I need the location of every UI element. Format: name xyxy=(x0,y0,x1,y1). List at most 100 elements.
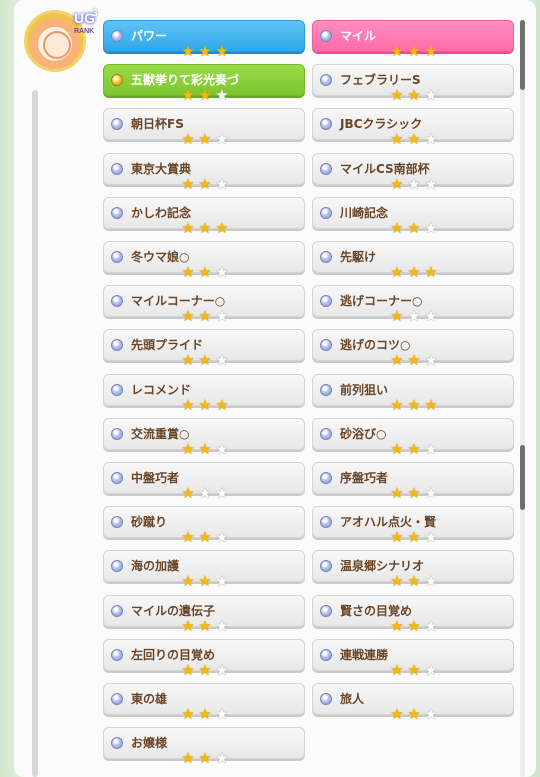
skill-card[interactable]: 先頭プライド ★ ★ ★ xyxy=(103,329,305,368)
skill-card[interactable]: パワー ★ ★ ★ xyxy=(103,20,305,59)
star-rating: ★ ★ ★ xyxy=(180,529,230,545)
star-empty-icon: ★ xyxy=(424,130,438,148)
skill-card[interactable]: かしわ記念 ★ ★ ★ xyxy=(103,197,305,236)
skill-card[interactable]: フェブラリーS ★ ★ ★ xyxy=(312,64,514,103)
star-filled-icon: ★ xyxy=(390,219,404,237)
star-filled-icon: ★ xyxy=(198,219,212,237)
skill-card[interactable]: マイルCS南部杯 ★ ★ ★ xyxy=(312,153,514,192)
skill-card[interactable]: 逃げコーナー○ ★ ★ ★ xyxy=(312,285,514,324)
scrollbar[interactable] xyxy=(520,20,525,777)
skill-card[interactable]: 左回りの目覚め ★ ★ ★ xyxy=(103,639,305,678)
star-filled-icon: ★ xyxy=(390,572,404,590)
skill-card[interactable]: 中盤巧者 ★ ★ ★ xyxy=(103,462,305,501)
skill-card[interactable]: お嬢様 ★ ★ ★ xyxy=(103,727,305,766)
star-filled-icon: ★ xyxy=(407,572,421,590)
star-filled-icon: ★ xyxy=(407,396,421,414)
star-rating: ★ ★ ★ xyxy=(389,176,439,192)
skill-card[interactable]: 海の加護 ★ ★ ★ xyxy=(103,550,305,589)
skill-card[interactable]: JBCクラシック ★ ★ ★ xyxy=(312,108,514,147)
star-rating: ★ ★ ★ xyxy=(389,220,439,236)
star-rating: ★ ★ ★ xyxy=(389,662,439,678)
star-filled-icon: ★ xyxy=(390,130,404,148)
star-rating: ★ ★ ★ xyxy=(389,87,439,103)
skill-card[interactable]: 前列狙い ★ ★ ★ xyxy=(312,374,514,413)
star-rating: ★ ★ ★ xyxy=(389,131,439,147)
star-filled-icon: ★ xyxy=(390,661,404,679)
skill-card[interactable]: 旅人 ★ ★ ★ xyxy=(312,683,514,722)
star-filled-icon: ★ xyxy=(390,440,404,458)
rank-badge-label: RANK xyxy=(74,28,95,35)
skill-card[interactable]: 交流重賞○ ★ ★ ★ xyxy=(103,418,305,457)
star-filled-icon: ★ xyxy=(424,263,438,281)
skill-card[interactable]: 朝日杯FS ★ ★ ★ xyxy=(103,108,305,147)
skill-card[interactable]: 温泉郷シナリオ ★ ★ ★ xyxy=(312,550,514,589)
star-filled-icon: ★ xyxy=(407,86,421,104)
skill-gem-icon xyxy=(320,74,332,86)
star-rating: ★ ★ ★ xyxy=(389,397,439,413)
star-filled-icon: ★ xyxy=(407,440,421,458)
skill-card[interactable]: マイル ★ ★ ★ xyxy=(312,20,514,59)
star-empty-icon: ★ xyxy=(424,351,438,369)
skill-card[interactable]: 東の雄 ★ ★ ★ xyxy=(103,683,305,722)
star-empty-icon: ★ xyxy=(424,484,438,502)
rank-badge-sup: 3 xyxy=(92,8,98,19)
star-filled-icon: ★ xyxy=(198,351,212,369)
skill-card[interactable]: マイルコーナー○ ★ ★ ★ xyxy=(103,285,305,324)
skill-card[interactable]: 砂浴び○ ★ ★ ★ xyxy=(312,418,514,457)
star-filled-icon: ★ xyxy=(198,130,212,148)
skill-gem-icon xyxy=(320,118,332,130)
star-empty-icon: ★ xyxy=(215,749,229,767)
star-filled-icon: ★ xyxy=(390,396,404,414)
star-empty-icon: ★ xyxy=(424,440,438,458)
skill-gem-icon xyxy=(111,605,123,617)
skill-card[interactable]: 賢さの目覚め ★ ★ ★ xyxy=(312,595,514,634)
skill-card[interactable]: 序盤巧者 ★ ★ ★ xyxy=(312,462,514,501)
skill-label: 先駆け xyxy=(340,250,377,264)
star-filled-icon: ★ xyxy=(198,617,212,635)
star-filled-icon: ★ xyxy=(390,263,404,281)
skill-card[interactable]: 砂蹴り ★ ★ ★ xyxy=(103,506,305,545)
scrollbar-thumb-middle[interactable] xyxy=(520,445,525,510)
star-filled-icon: ★ xyxy=(181,263,195,281)
star-filled-icon: ★ xyxy=(198,440,212,458)
star-filled-icon: ★ xyxy=(407,130,421,148)
star-empty-icon: ★ xyxy=(407,307,421,325)
skill-card[interactable]: 東京大賞典 ★ ★ ★ xyxy=(103,153,305,192)
skill-card[interactable]: アオハル点火・賢 ★ ★ ★ xyxy=(312,506,514,545)
star-filled-icon: ★ xyxy=(181,617,195,635)
skill-label: お嬢様 xyxy=(131,736,168,750)
star-rating: ★ ★ ★ xyxy=(180,220,230,236)
skill-gem-icon xyxy=(320,516,332,528)
scrollbar-thumb-top[interactable] xyxy=(520,20,525,90)
skill-gem-icon xyxy=(111,30,123,42)
star-empty-icon: ★ xyxy=(424,175,438,193)
skill-card[interactable]: レコメンド ★ ★ ★ xyxy=(103,374,305,413)
star-empty-icon: ★ xyxy=(215,661,229,679)
star-rating: ★ ★ ★ xyxy=(389,264,439,280)
skill-card[interactable]: 五獣挙りて彩光奏づ ★ ★ ★ xyxy=(103,64,305,103)
unique-skill-gem-icon xyxy=(111,74,123,86)
skill-card[interactable]: 逃げのコツ○ ★ ★ ★ xyxy=(312,329,514,368)
skill-label: 海の加護 xyxy=(131,559,180,573)
skill-card[interactable]: マイルの遺伝子 ★ ★ ★ xyxy=(103,595,305,634)
star-rating: ★ ★ ★ xyxy=(389,441,439,457)
star-rating: ★ ★ ★ xyxy=(180,308,230,324)
skill-card[interactable]: 冬ウマ娘○ ★ ★ ★ xyxy=(103,241,305,280)
skill-card[interactable]: 川崎記念 ★ ★ ★ xyxy=(312,197,514,236)
skill-card[interactable]: 連戦連勝 ★ ★ ★ xyxy=(312,639,514,678)
star-empty-icon: ★ xyxy=(424,661,438,679)
star-filled-icon: ★ xyxy=(198,42,212,60)
left-scroll-rail xyxy=(32,90,38,777)
skill-label: アオハル点火・賢 xyxy=(340,515,437,529)
star-filled-icon: ★ xyxy=(215,396,229,414)
star-filled-icon: ★ xyxy=(181,484,195,502)
skill-gem-icon xyxy=(111,207,123,219)
star-rating: ★ ★ ★ xyxy=(389,308,439,324)
star-rating: ★ ★ ★ xyxy=(180,352,230,368)
star-filled-icon: ★ xyxy=(215,219,229,237)
star-filled-icon: ★ xyxy=(407,528,421,546)
skill-gem-icon xyxy=(320,295,332,307)
star-filled-icon: ★ xyxy=(407,263,421,281)
skill-card[interactable]: 先駆け ★ ★ ★ xyxy=(312,241,514,280)
star-filled-icon: ★ xyxy=(198,86,212,104)
